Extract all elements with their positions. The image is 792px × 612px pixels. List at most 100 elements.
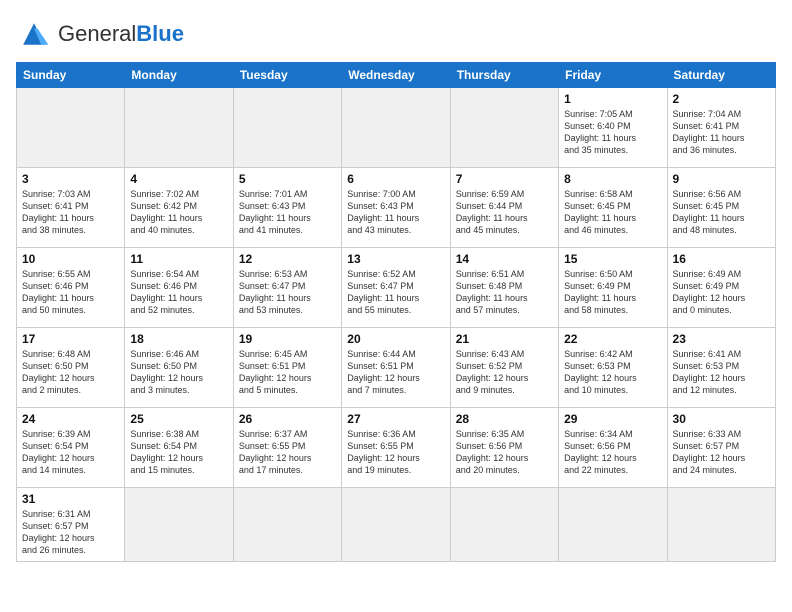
day-number: 11 (130, 252, 227, 266)
calendar-cell: 16 Sunrise: 6:49 AM Sunset: 6:49 PM Dayli… (667, 248, 775, 328)
day-number: 5 (239, 172, 336, 186)
day-number: 18 (130, 332, 227, 346)
day-sun-info: Sunrise: 6:51 AM Sunset: 6:48 PM Dayligh… (456, 268, 553, 317)
day-number: 17 (22, 332, 119, 346)
day-number: 24 (22, 412, 119, 426)
calendar-cell: 14 Sunrise: 6:51 AM Sunset: 6:48 PM Dayli… (450, 248, 558, 328)
day-sun-info: Sunrise: 6:36 AM Sunset: 6:55 PM Dayligh… (347, 428, 444, 477)
calendar-cell (342, 488, 450, 562)
day-number: 9 (673, 172, 770, 186)
calendar-cell (233, 88, 341, 168)
day-sun-info: Sunrise: 6:48 AM Sunset: 6:50 PM Dayligh… (22, 348, 119, 397)
day-sun-info: Sunrise: 7:05 AM Sunset: 6:40 PM Dayligh… (564, 108, 661, 157)
day-sun-info: Sunrise: 6:44 AM Sunset: 6:51 PM Dayligh… (347, 348, 444, 397)
calendar-cell: 18 Sunrise: 6:46 AM Sunset: 6:50 PM Dayli… (125, 328, 233, 408)
day-number: 12 (239, 252, 336, 266)
calendar-cell: 28Sunrise: 6:35 AM Sunset: 6:56 PM Dayli… (450, 408, 558, 488)
calendar-body: 1Sunrise: 7:05 AM Sunset: 6:40 PM Daylig… (17, 88, 776, 562)
day-sun-info: Sunrise: 6:45 AM Sunset: 6:51 PM Dayligh… (239, 348, 336, 397)
calendar-cell: 27Sunrise: 6:36 AM Sunset: 6:55 PM Dayli… (342, 408, 450, 488)
calendar-cell: 25 Sunrise: 6:38 AM Sunset: 6:54 PM Dayli… (125, 408, 233, 488)
day-sun-info: Sunrise: 6:59 AM Sunset: 6:44 PM Dayligh… (456, 188, 553, 237)
calendar-cell: 2Sunrise: 7:04 AM Sunset: 6:41 PM Daylig… (667, 88, 775, 168)
calendar-cell: 29 Sunrise: 6:34 AM Sunset: 6:56 PM Dayli… (559, 408, 667, 488)
day-number: 13 (347, 252, 444, 266)
day-sun-info: Sunrise: 6:42 AM Sunset: 6:53 PM Dayligh… (564, 348, 661, 397)
day-of-week-thursday: Thursday (450, 63, 558, 88)
calendar-cell: 20 Sunrise: 6:44 AM Sunset: 6:51 PM Dayli… (342, 328, 450, 408)
day-number: 4 (130, 172, 227, 186)
day-sun-info: Sunrise: 6:54 AM Sunset: 6:46 PM Dayligh… (130, 268, 227, 317)
day-number: 26 (239, 412, 336, 426)
calendar-cell (125, 88, 233, 168)
day-number: 7 (456, 172, 553, 186)
day-sun-info: Sunrise: 6:38 AM Sunset: 6:54 PM Dayligh… (130, 428, 227, 477)
calendar-cell (342, 88, 450, 168)
calendar-cell: 30 Sunrise: 6:33 AM Sunset: 6:57 PM Dayli… (667, 408, 775, 488)
calendar-cell: 31Sunrise: 6:31 AM Sunset: 6:57 PM Dayli… (17, 488, 125, 562)
day-number: 22 (564, 332, 661, 346)
calendar-cell: 7 Sunrise: 6:59 AM Sunset: 6:44 PM Daylig… (450, 168, 558, 248)
day-sun-info: Sunrise: 6:50 AM Sunset: 6:49 PM Dayligh… (564, 268, 661, 317)
day-sun-info: Sunrise: 6:58 AM Sunset: 6:45 PM Dayligh… (564, 188, 661, 237)
day-sun-info: Sunrise: 6:35 AM Sunset: 6:56 PM Dayligh… (456, 428, 553, 477)
day-sun-info: Sunrise: 6:33 AM Sunset: 6:57 PM Dayligh… (673, 428, 770, 477)
calendar-cell: 21Sunrise: 6:43 AM Sunset: 6:52 PM Dayli… (450, 328, 558, 408)
day-sun-info: Sunrise: 7:00 AM Sunset: 6:43 PM Dayligh… (347, 188, 444, 237)
day-number: 8 (564, 172, 661, 186)
calendar-cell: 4 Sunrise: 7:02 AM Sunset: 6:42 PM Daylig… (125, 168, 233, 248)
calendar-cell: 6 Sunrise: 7:00 AM Sunset: 6:43 PM Daylig… (342, 168, 450, 248)
day-sun-info: Sunrise: 6:31 AM Sunset: 6:57 PM Dayligh… (22, 508, 119, 557)
day-of-week-monday: Monday (125, 63, 233, 88)
day-sun-info: Sunrise: 7:02 AM Sunset: 6:42 PM Dayligh… (130, 188, 227, 237)
calendar-cell: 23Sunrise: 6:41 AM Sunset: 6:53 PM Dayli… (667, 328, 775, 408)
day-number: 21 (456, 332, 553, 346)
day-number: 29 (564, 412, 661, 426)
day-sun-info: Sunrise: 6:46 AM Sunset: 6:50 PM Dayligh… (130, 348, 227, 397)
calendar-cell: 1Sunrise: 7:05 AM Sunset: 6:40 PM Daylig… (559, 88, 667, 168)
day-number: 25 (130, 412, 227, 426)
day-sun-info: Sunrise: 6:34 AM Sunset: 6:56 PM Dayligh… (564, 428, 661, 477)
day-sun-info: Sunrise: 7:03 AM Sunset: 6:41 PM Dayligh… (22, 188, 119, 237)
calendar-cell: 15 Sunrise: 6:50 AM Sunset: 6:49 PM Dayli… (559, 248, 667, 328)
calendar-cell: 10Sunrise: 6:55 AM Sunset: 6:46 PM Dayli… (17, 248, 125, 328)
calendar-cell (559, 488, 667, 562)
calendar-cell: 13Sunrise: 6:52 AM Sunset: 6:47 PM Dayli… (342, 248, 450, 328)
calendar-cell: 19 Sunrise: 6:45 AM Sunset: 6:51 PM Dayli… (233, 328, 341, 408)
day-sun-info: Sunrise: 6:49 AM Sunset: 6:49 PM Dayligh… (673, 268, 770, 317)
day-number: 30 (673, 412, 770, 426)
day-number: 14 (456, 252, 553, 266)
day-number: 15 (564, 252, 661, 266)
calendar-cell: 22 Sunrise: 6:42 AM Sunset: 6:53 PM Dayli… (559, 328, 667, 408)
calendar-cell: 26Sunrise: 6:37 AM Sunset: 6:55 PM Dayli… (233, 408, 341, 488)
calendar-cell: 12Sunrise: 6:53 AM Sunset: 6:47 PM Dayli… (233, 248, 341, 328)
calendar-cell (450, 488, 558, 562)
calendar-cell: 11 Sunrise: 6:54 AM Sunset: 6:46 PM Dayli… (125, 248, 233, 328)
day-number: 16 (673, 252, 770, 266)
logo: GeneralBlue (16, 16, 184, 52)
day-number: 6 (347, 172, 444, 186)
day-number: 3 (22, 172, 119, 186)
calendar-week-row: 17 Sunrise: 6:48 AM Sunset: 6:50 PM Dayli… (17, 328, 776, 408)
day-number: 19 (239, 332, 336, 346)
calendar-week-row: 3 Sunrise: 7:03 AM Sunset: 6:41 PM Daylig… (17, 168, 776, 248)
calendar-cell (125, 488, 233, 562)
calendar-week-row: 31Sunrise: 6:31 AM Sunset: 6:57 PM Dayli… (17, 488, 776, 562)
day-of-week-sunday: Sunday (17, 63, 125, 88)
calendar-cell: 8 Sunrise: 6:58 AM Sunset: 6:45 PM Daylig… (559, 168, 667, 248)
day-of-week-saturday: Saturday (667, 63, 775, 88)
calendar-cell (667, 488, 775, 562)
day-of-week-wednesday: Wednesday (342, 63, 450, 88)
calendar-week-row: 1Sunrise: 7:05 AM Sunset: 6:40 PM Daylig… (17, 88, 776, 168)
day-sun-info: Sunrise: 6:55 AM Sunset: 6:46 PM Dayligh… (22, 268, 119, 317)
day-of-week-friday: Friday (559, 63, 667, 88)
page-header: GeneralBlue (16, 16, 776, 52)
day-sun-info: Sunrise: 6:39 AM Sunset: 6:54 PM Dayligh… (22, 428, 119, 477)
calendar-cell: 17 Sunrise: 6:48 AM Sunset: 6:50 PM Dayli… (17, 328, 125, 408)
calendar-week-row: 24 Sunrise: 6:39 AM Sunset: 6:54 PM Dayli… (17, 408, 776, 488)
day-number: 20 (347, 332, 444, 346)
calendar-table: SundayMondayTuesdayWednesdayThursdayFrid… (16, 62, 776, 562)
generalblue-icon (16, 16, 52, 52)
day-sun-info: Sunrise: 6:41 AM Sunset: 6:53 PM Dayligh… (673, 348, 770, 397)
calendar-cell (233, 488, 341, 562)
